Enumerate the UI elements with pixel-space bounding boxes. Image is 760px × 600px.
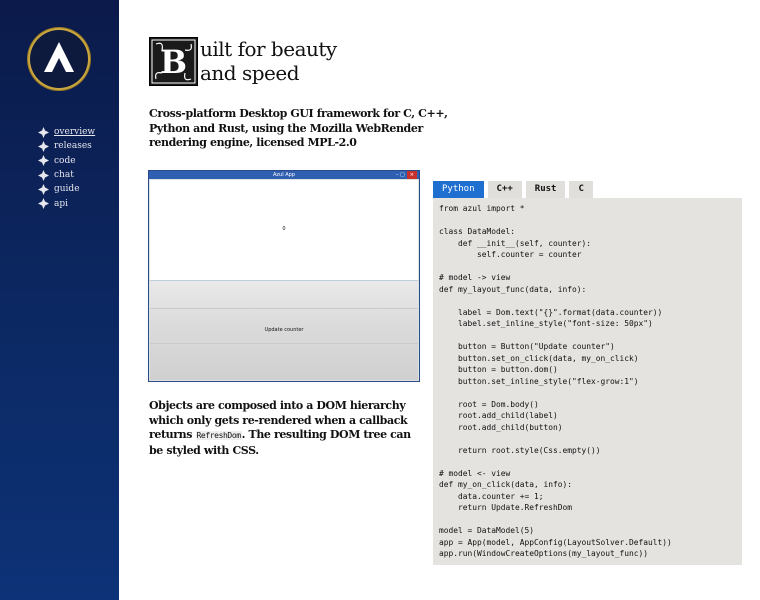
nav-item-chat[interactable]: chat <box>37 168 95 182</box>
tab-rust[interactable]: Rust <box>525 181 566 198</box>
nav-item-releases[interactable]: releases <box>37 139 95 153</box>
dropcap-letter: B <box>160 43 187 81</box>
app-screenshot: Azul App – □ × 0 Update counter <box>148 170 420 382</box>
app-update-button: Update counter <box>150 281 418 380</box>
intro-text: Cross-platform Desktop GUI framework for… <box>149 107 448 149</box>
sidebar-nav: overview releases code chat guide api <box>37 125 95 211</box>
maximize-icon: □ <box>400 172 405 178</box>
headline-line-2: and speed <box>200 61 300 85</box>
cross-bullet-icon <box>38 126 49 138</box>
minimize-icon: – <box>395 172 399 178</box>
cross-bullet-icon <box>38 169 49 181</box>
cross-bullet-icon <box>38 155 49 167</box>
page-headline: B uilt for beauty and speed <box>149 37 409 87</box>
close-icon: × <box>406 171 417 179</box>
nav-link-guide[interactable]: guide <box>54 184 80 194</box>
button-shade-line <box>150 308 418 309</box>
app-label-area: 0 <box>150 180 418 281</box>
description-text: Objects are composed into a DOM hierarch… <box>149 399 419 458</box>
nav-item-overview[interactable]: overview <box>37 125 95 139</box>
sidebar: overview releases code chat guide api <box>0 0 119 600</box>
code-sample: from azul import * class DataModel: def … <box>433 198 742 565</box>
nav-item-code[interactable]: code <box>37 154 95 168</box>
headline-line-1: uilt for beauty <box>200 37 337 61</box>
app-titlebar: Azul App – □ × <box>149 171 419 179</box>
nav-link-api[interactable]: api <box>54 199 68 209</box>
language-tabs: Python C++ Rust C <box>433 181 597 198</box>
tab-c[interactable]: C <box>569 181 593 198</box>
window-controls: – □ × <box>396 171 417 179</box>
cross-bullet-icon <box>38 140 49 152</box>
cross-bullet-icon <box>38 198 49 210</box>
nav-item-api[interactable]: api <box>37 196 95 210</box>
app-counter-label: 0 <box>282 226 286 232</box>
dropcap-icon: B <box>149 37 198 86</box>
tab-python[interactable]: Python <box>433 181 484 198</box>
tab-cpp[interactable]: C++ <box>487 181 522 198</box>
azul-logo-icon[interactable] <box>30 30 88 88</box>
nav-link-code[interactable]: code <box>54 156 76 166</box>
cross-bullet-icon <box>38 183 49 195</box>
nav-item-guide[interactable]: guide <box>37 182 95 196</box>
nav-link-releases[interactable]: releases <box>54 141 92 151</box>
nav-link-overview[interactable]: overview <box>54 127 95 137</box>
code-block: from azul import * class DataModel: def … <box>439 204 672 558</box>
button-shade-line <box>150 343 418 344</box>
app-button-label: Update counter <box>264 327 304 333</box>
app-window-title: Azul App <box>273 172 295 178</box>
nav-link-chat[interactable]: chat <box>54 170 74 180</box>
refreshdom-code: RefreshDom <box>195 431 242 440</box>
